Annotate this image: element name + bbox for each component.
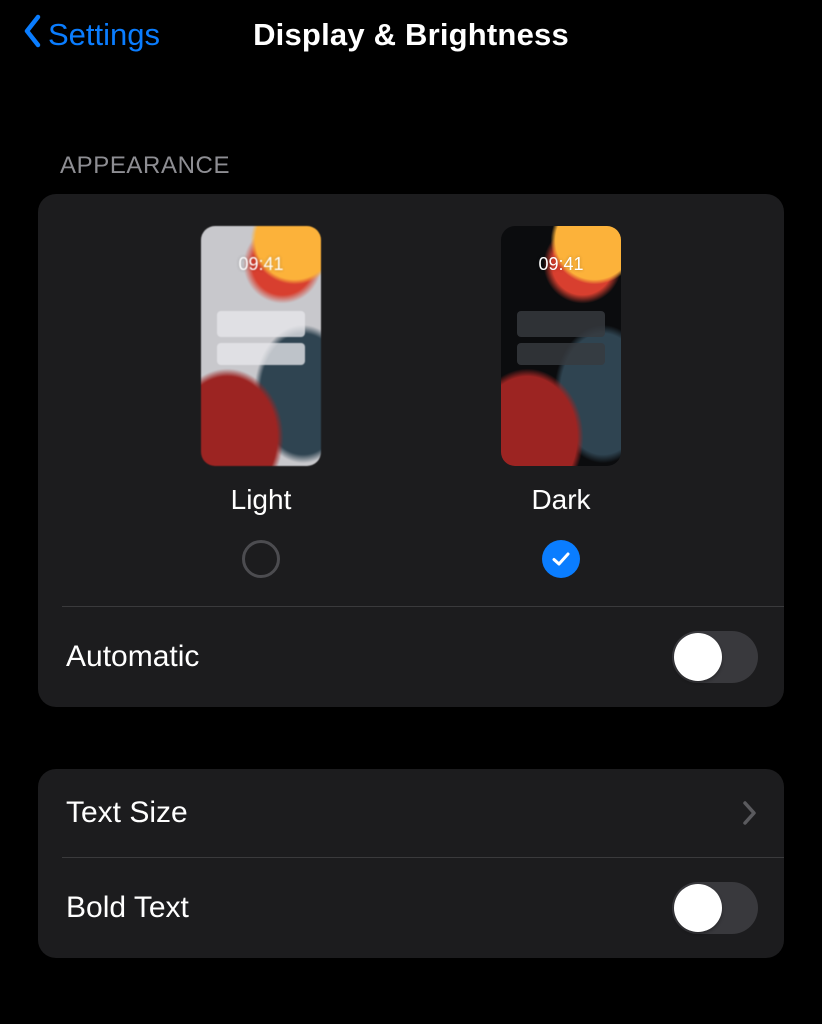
chevron-left-icon — [22, 13, 48, 57]
preview-widget — [217, 311, 305, 337]
dark-mode-preview: 09:41 — [501, 226, 621, 466]
back-button[interactable]: Settings — [22, 13, 160, 57]
bold-text-row: Bold Text — [38, 858, 784, 958]
radio-checked-icon — [542, 540, 580, 578]
preview-time: 09:41 — [501, 254, 621, 275]
appearance-option-light[interactable]: 09:41 Light — [201, 226, 321, 578]
preview-widget — [517, 311, 605, 337]
text-size-label: Text Size — [66, 796, 188, 830]
bold-text-label: Bold Text — [66, 891, 189, 925]
light-mode-preview: 09:41 — [201, 226, 321, 466]
text-group: Text Size Bold Text — [38, 769, 784, 958]
toggle-knob — [674, 633, 722, 681]
light-label: Light — [231, 484, 292, 516]
radio-unchecked-icon — [242, 540, 280, 578]
dark-label: Dark — [531, 484, 590, 516]
text-size-row[interactable]: Text Size — [38, 769, 784, 857]
preview-widget — [217, 343, 305, 365]
appearance-option-dark[interactable]: 09:41 Dark — [501, 226, 621, 578]
preview-widget — [517, 343, 605, 365]
back-label: Settings — [48, 17, 160, 53]
bold-text-toggle[interactable] — [672, 882, 758, 934]
appearance-group: 09:41 Light 09:41 Dark Automatic — [38, 194, 784, 707]
automatic-toggle[interactable] — [672, 631, 758, 683]
automatic-row: Automatic — [38, 607, 784, 707]
preview-time: 09:41 — [201, 254, 321, 275]
page-title: Display & Brightness — [253, 17, 569, 53]
appearance-section-header: APPEARANCE — [0, 70, 822, 194]
toggle-knob — [674, 884, 722, 932]
automatic-label: Automatic — [66, 640, 199, 674]
chevron-right-icon — [742, 800, 758, 826]
